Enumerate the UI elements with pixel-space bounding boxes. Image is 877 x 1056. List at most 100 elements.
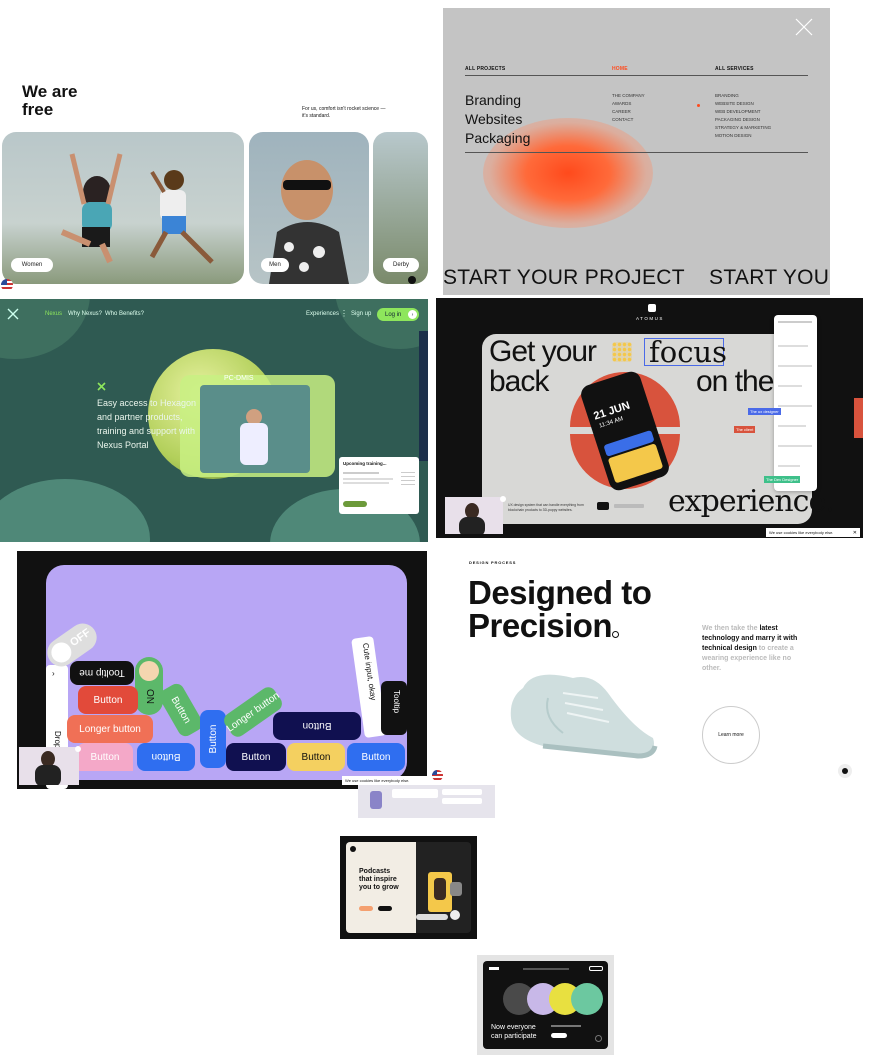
panel-now-everyone: Now everyone can participate	[477, 955, 614, 1055]
headline-dot-icon	[612, 631, 619, 638]
derby-card-label[interactable]: Derby	[383, 258, 419, 272]
header-cta-button[interactable]	[589, 966, 603, 971]
product-screen: PC-DMIS	[180, 375, 335, 477]
tooltip-me-button[interactable]: Tooltip me	[70, 661, 134, 685]
green-orb-top-right	[335, 299, 428, 349]
longer-button-navy[interactable]: Button	[273, 712, 361, 740]
nexus-headline: Easy access to Hexagon and partner produ…	[97, 398, 197, 450]
headline-on-the: on the	[696, 365, 774, 398]
presenter-video	[445, 497, 503, 534]
men-card[interactable]: Men	[249, 132, 369, 284]
red-side-tab[interactable]	[854, 398, 863, 438]
podcast-cta-button[interactable]	[359, 906, 373, 911]
button-red[interactable]: Button	[78, 686, 138, 714]
button-blue-flipped[interactable]: Button	[137, 743, 195, 771]
podcasts-card: Podcasts that inspire you to grow	[346, 842, 471, 933]
panel5-cookie-text: We use cookies like everybody else.	[345, 778, 410, 783]
caption-link[interactable]	[614, 504, 644, 508]
close-icon[interactable]	[793, 16, 815, 38]
button-navy[interactable]: Button	[226, 743, 286, 771]
men-card-label[interactable]: Men	[261, 258, 289, 272]
service-packaging-design[interactable]: PACKAGING DESIGN	[715, 116, 771, 124]
all-services-heading: ALL SERVICES	[715, 66, 754, 72]
all-projects-heading: ALL PROJECTS	[465, 66, 506, 72]
cookie-text: We use cookies like everybody else.	[769, 530, 834, 535]
nav-experiences[interactable]: Experiences	[306, 311, 339, 317]
nav-menu-dots-icon[interactable]: ⋮	[340, 309, 348, 318]
upcoming-training-card[interactable]: Upcoming training...	[339, 457, 419, 514]
panel-we-are-free: We are free For us, comfort isn't rocket…	[0, 0, 428, 295]
atomus-caption: UX design system that can handle everyth…	[508, 503, 584, 512]
button-blue-flipped-label: Button	[151, 751, 181, 763]
service-strategy-marketing[interactable]: STRATEGY & MARKETING	[715, 124, 771, 132]
panel5-cookie-banner[interactable]: We use cookies like everybody else.	[342, 776, 427, 785]
podcast-play-button[interactable]	[378, 906, 392, 911]
service-website-design[interactable]: WEBSITE DESIGN	[715, 100, 771, 108]
home-heading[interactable]: HOME	[612, 66, 628, 72]
project-websites[interactable]: Websites	[465, 111, 522, 127]
tag-ux-designer: The ux designer	[748, 408, 781, 415]
cookie-close-icon[interactable]: ✕	[853, 530, 857, 536]
participate-card: Now everyone can participate	[483, 961, 608, 1049]
participate-headline: Now everyone can participate	[491, 1024, 537, 1040]
design-panel[interactable]	[774, 315, 817, 491]
panel-agency-menu: ALL PROJECTS HOME ALL SERVICES Branding …	[443, 8, 830, 295]
headline-back: back	[489, 365, 549, 398]
tooltip-label: Tooltip	[392, 690, 401, 714]
avatar	[139, 661, 159, 681]
pill-image-4	[571, 983, 603, 1015]
menu-divider-top	[465, 75, 808, 76]
nexus-logo-icon[interactable]	[7, 308, 19, 320]
dropdown-chevron-icon: ›	[52, 669, 55, 678]
service-web-development[interactable]: WEB DEVELOPMENT	[715, 108, 771, 116]
nav-sign-up[interactable]: Sign up	[351, 311, 371, 317]
play-circle-icon[interactable]	[450, 910, 460, 920]
service-links: BRANDING WEBSITE DESIGN WEB DEVELOPMENT …	[715, 92, 771, 140]
service-motion-design[interactable]: MOTION DESIGN	[715, 132, 771, 140]
panel1-heading: We are free	[22, 82, 78, 119]
button-blue-vertical[interactable]: Button	[200, 710, 226, 768]
button-pink[interactable]: Button	[77, 743, 133, 771]
link-awards[interactable]: AWARDS	[612, 100, 645, 108]
caption-button[interactable]	[597, 502, 609, 510]
dot-icon	[408, 276, 416, 284]
learn-more-button[interactable]: Learn more	[702, 706, 760, 764]
podcast-logo-icon	[350, 846, 356, 852]
longer-button-coral[interactable]: Longer button	[67, 715, 153, 743]
on-toggle[interactable]: ON	[135, 657, 163, 715]
panel1-tagline: For us, comfort isn't rocket science — i…	[302, 106, 386, 119]
focus-selection[interactable]: focus	[644, 335, 727, 369]
us-flag-icon[interactable]	[1, 279, 13, 291]
design-process-overline: DESIGN PROCESS	[469, 560, 517, 565]
start-project-marquee[interactable]: START YOUR PROJECT START YOUR P	[443, 266, 830, 290]
login-button[interactable]: Log in ›	[377, 308, 419, 321]
preview-thumbnail-strip[interactable]	[358, 785, 495, 818]
nav-who-benefits[interactable]: Who Benefits?	[105, 311, 144, 317]
nav-nexus[interactable]: Nexus	[45, 311, 62, 317]
podcasts-headline: Podcasts that inspire you to grow	[359, 868, 399, 891]
service-branding[interactable]: BRANDING	[715, 92, 771, 100]
learn-more-label: Learn more	[718, 732, 744, 738]
longer-button-coral-label: Longer button	[79, 723, 141, 735]
project-branding[interactable]: Branding	[465, 92, 521, 108]
link-career[interactable]: CAREER	[612, 108, 645, 116]
scroll-dot-icon[interactable]	[838, 764, 852, 778]
nav-why-nexus[interactable]: Why Nexus?	[68, 311, 102, 317]
link-the-company[interactable]: THE COMPANY	[612, 92, 645, 100]
copy-light-1: We then take the	[702, 625, 760, 632]
women-card[interactable]: Women	[2, 132, 244, 284]
cookie-banner[interactable]: We use cookies like everybody else. ✕	[766, 528, 860, 537]
women-card-label[interactable]: Women	[11, 258, 53, 272]
register-button[interactable]	[343, 501, 367, 507]
link-contact[interactable]: CONTACT	[612, 116, 645, 124]
video-close-icon-2[interactable]	[75, 746, 81, 752]
derby-card[interactable]: Derby	[373, 132, 428, 284]
project-packaging[interactable]: Packaging	[465, 130, 530, 146]
button-yellow[interactable]: Button	[287, 743, 345, 771]
settings-circle-icon[interactable]	[595, 1035, 602, 1042]
nexus-mark-icon	[97, 382, 106, 391]
video-close-icon[interactable]	[500, 496, 506, 502]
participate-button[interactable]	[551, 1033, 567, 1038]
us-flag-icon-2[interactable]	[432, 770, 443, 781]
button-blue-bright[interactable]: Button	[347, 743, 405, 771]
